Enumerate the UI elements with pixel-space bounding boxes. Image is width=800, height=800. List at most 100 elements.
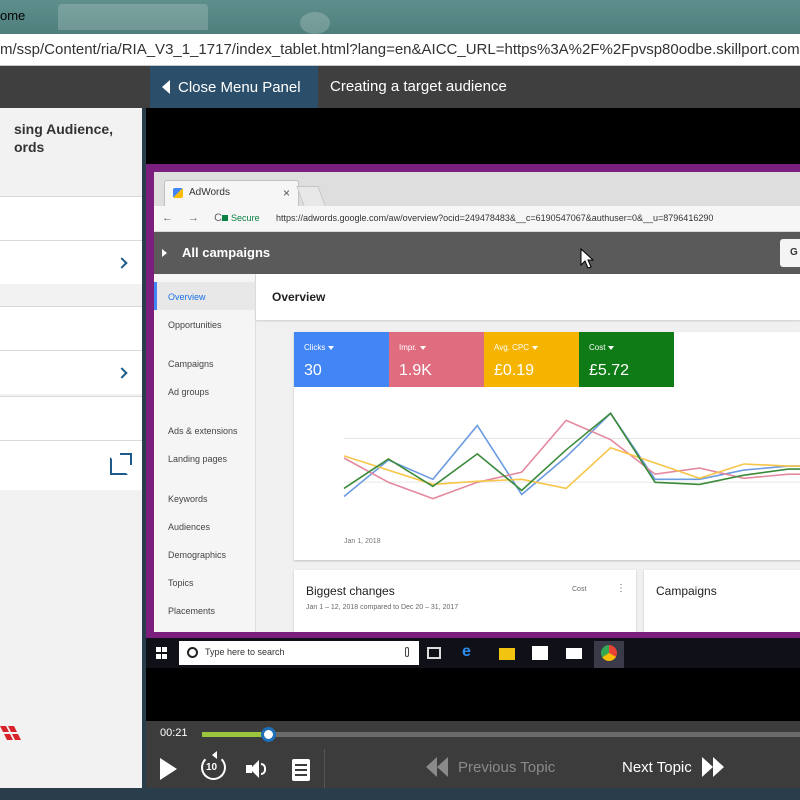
metric-label: Impr. [399,343,426,352]
more-vert-icon: ⋮ [616,583,626,594]
volume-icon[interactable] [246,759,270,779]
expand-arrow-icon [162,249,167,257]
menu-row-1[interactable] [0,196,142,240]
progress-knob[interactable] [261,727,276,742]
inner-browser-tabstrip: AdWords × [154,172,800,206]
inner-secure-label: Secure [231,213,260,223]
campaigns-card: Campaigns [644,570,800,632]
inner-browser-navbar: ← → C Secure https://adwords.google.com/… [154,206,800,232]
metric-label: Clicks [304,343,334,352]
file-explorer-icon [499,648,515,660]
adwords-nav-placements: Placements [168,606,216,616]
adwords-header: All campaigns G [154,232,800,274]
performance-chart-card: Clicks 30 Impr. 1.9K Avg. CPC £0.19 Cost… [294,332,800,560]
metric-value: £0.19 [494,362,535,379]
biggest-changes-subtitle: Jan 1 – 12, 2018 compared to Dec 20 – 31… [306,604,459,611]
adwords-header-title: All campaigns [182,245,271,260]
edge-icon: e [462,643,471,660]
adwords-nav-demographics: Demographics [168,550,227,560]
inner-tab-adwords: AdWords × [164,180,299,206]
course-title-line1: sing Audience, [14,121,114,137]
menu-row-2[interactable] [0,240,142,284]
external-link-icon [110,453,132,475]
progress-fill [202,732,268,737]
inner-url: https://adwords.google.com/aw/overview?o… [276,213,714,223]
topic-title: Creating a target audience [330,78,507,95]
biggest-changes-title: Biggest changes [306,584,395,598]
progress-track[interactable] [202,727,800,742]
next-topic-button[interactable]: Next Topic [622,757,724,777]
metric-label: Cost [589,343,614,352]
menu-row-4[interactable] [0,350,142,394]
close-menu-panel-button[interactable]: Close Menu Panel [150,66,318,108]
inner-tab-label: AdWords [189,187,230,198]
metric-value: 1.9K [399,362,432,379]
elapsed-time: 00:21 [160,727,188,739]
player-controls: 00:21 10 Previous Topic Next Topic [146,721,800,788]
browser-control-background [300,12,330,34]
microphone-icon [405,647,409,657]
adwords-nav-audiences: Audiences [168,522,211,532]
chrome-icon [601,645,617,661]
metric-clicks: Clicks 30 [294,332,389,387]
line-chart [343,412,800,500]
store-icon [532,646,548,660]
controls-divider [324,749,325,788]
transcript-icon[interactable] [292,759,310,781]
biggest-changes-card: Biggest changes Jan 1 – 12, 2018 compare… [294,570,636,632]
adwords-nav-campaigns: Campaigns [168,359,214,369]
adwords-sidebar: Overview Opportunities Campaigns Ad grou… [154,274,256,632]
windows-start-icon [156,647,168,659]
window-title: ome [0,8,26,23]
chevron-right-icon [116,367,128,379]
browser-tab-background[interactable] [58,4,208,30]
cortana-icon [187,647,198,658]
address-bar[interactable]: m/ssp/Content/ria/RIA_V3_1_1717/index_ta… [0,34,800,66]
play-button[interactable] [160,758,177,780]
mouse-cursor-icon [580,248,594,269]
metric-value: 30 [304,362,322,379]
next-topic-label: Next Topic [622,758,692,776]
menu-panel: sing Audience, ords [0,108,142,788]
campaigns-title: Campaigns [656,584,717,598]
lock-icon [222,215,228,221]
taskbar-search: Type here to search [179,641,419,665]
menu-row-3[interactable] [0,306,142,350]
adwords-logo-icon [173,188,183,198]
chevron-right-icon [116,257,128,269]
biggest-changes-metric-select: Cost [572,586,587,593]
metric-value: £5.72 [589,362,630,379]
overview-title: Overview [272,290,326,304]
inner-nav-icons: ← → C [162,212,229,224]
adwords-header-button: G [780,239,800,267]
adwords-nav-landing-pages: Landing pages [168,454,228,464]
recorded-taskbar: Type here to search e [146,638,800,668]
double-chevron-left-icon [426,757,448,777]
replay-10-button[interactable]: 10 [201,751,226,780]
brand-logo-icon [0,726,21,740]
mail-icon [566,648,582,659]
previous-topic-button[interactable]: Previous Topic [426,757,555,777]
adwords-nav-overview: Overview [168,292,206,302]
previous-topic-label: Previous Topic [458,758,556,776]
close-menu-panel-label: Close Menu Panel [178,78,301,96]
adwords-nav-topics: Topics [168,578,194,588]
close-icon: × [282,186,290,200]
metric-impressions: Impr. 1.9K [389,332,484,387]
double-chevron-right-icon [701,757,724,777]
inner-secure-badge: Secure [222,213,260,223]
taskbar-search-placeholder: Type here to search [205,647,285,657]
adwords-nav-ads-extensions: Ads & extensions [168,426,238,436]
course-title-line2: ords [14,139,45,155]
chart-series-impr [343,419,800,500]
window-bottom-strip [0,788,800,800]
inner-new-tab [296,186,326,206]
course-top-nav: Close Menu Panel Creating a target audie… [0,66,800,108]
menu-row-6[interactable] [0,440,142,490]
window-titlebar: ome [0,0,800,34]
chart-date-label: Jan 1, 2018 [344,538,381,545]
adwords-main: Overview Clicks 30 Impr. 1.9K Avg. CPC £… [256,274,800,632]
menu-row-5[interactable] [0,396,142,440]
address-url[interactable]: m/ssp/Content/ria/RIA_V3_1_1717/index_ta… [0,41,800,58]
replay-label: 10 [206,762,218,773]
